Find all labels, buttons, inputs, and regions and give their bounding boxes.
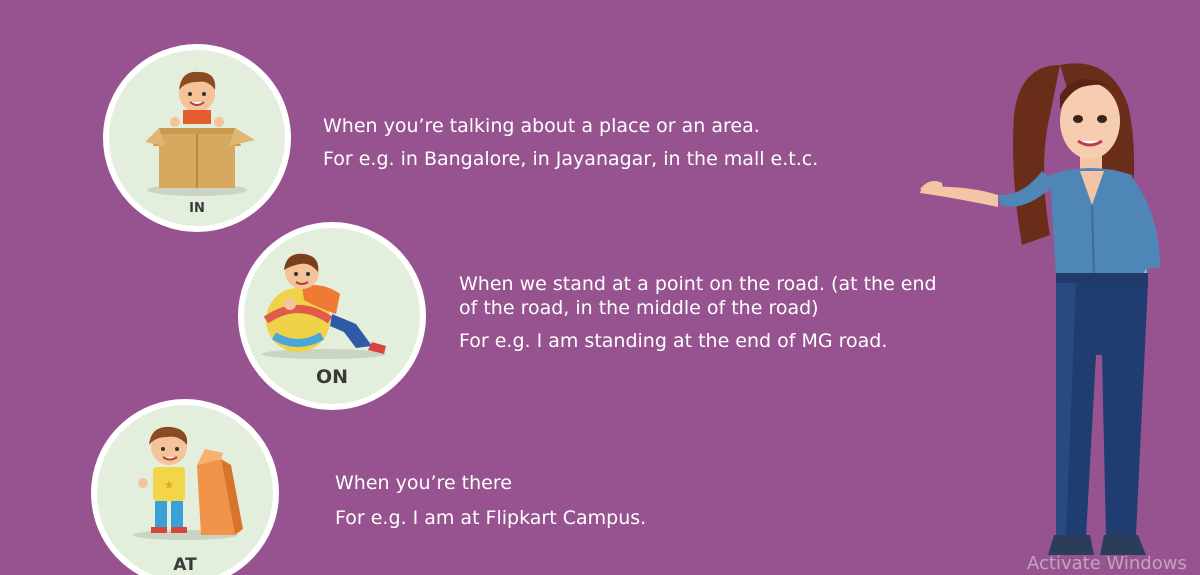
on-illustration-badge: ON [238, 222, 426, 410]
slide: IN When you’re talking about a place or … [0, 0, 1200, 575]
svg-text:★: ★ [164, 478, 175, 492]
at-illustration-badge: ★ AT [91, 399, 279, 575]
in-description: When you’re talking about a place or an … [323, 114, 923, 171]
in-example: For e.g. in Bangalore, in Jayanagar, in … [323, 148, 819, 170]
activate-windows-watermark: Activate Windows [1027, 553, 1187, 574]
in-illustration-badge: IN [103, 44, 291, 232]
at-definition: When you’re there [335, 472, 512, 494]
at-description: When you’re there For e.g. I am at Flipk… [335, 471, 895, 530]
on-label: ON [315, 366, 349, 388]
at-example: For e.g. I am at Flipkart Campus. [335, 507, 647, 529]
on-definition-line-2: of the road, in the middle of the road) [459, 297, 819, 319]
on-definition-line-1: When we stand at a point on the road. (a… [459, 273, 937, 295]
boy-at-box-illustration: ★ [133, 426, 243, 540]
boy-in-box-illustration [145, 71, 255, 196]
presenter-woman-illustration [920, 63, 1160, 555]
in-definition: When you’re talking about a place or an … [323, 115, 760, 137]
in-label: IN [189, 201, 205, 216]
at-label: AT [173, 555, 197, 575]
